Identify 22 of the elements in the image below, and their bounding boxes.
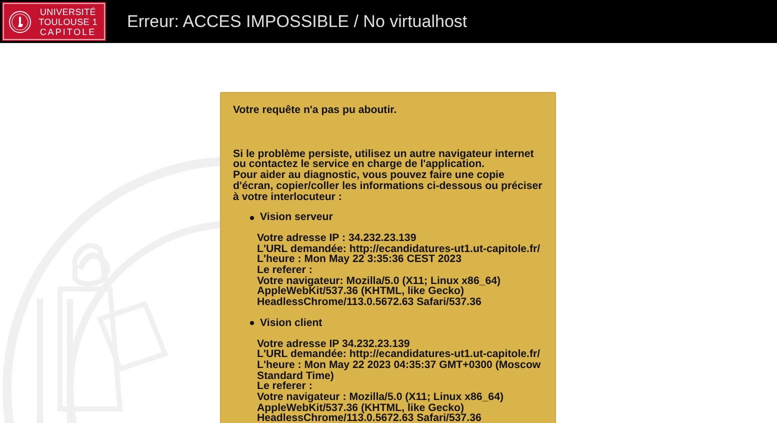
info-line: L'heure : Mon May 22 2023 04:35:37 GMT+0300 (Moscow Standard Time) — [257, 360, 542, 382]
help-text: Pour aider au diagnostic, vous pouvez faire une copie d'écran, copier/coller les informations ci-dessous ou préciser à votre interlocuteur : — [233, 170, 543, 202]
info-line: Le referer : — [257, 381, 312, 392]
logo-text: TOULOUSE 1 — [38, 16, 98, 26]
emblem-icon — [8, 10, 32, 34]
page-title: Erreur: ACCES IMPOSSIBLE / No virtualhost — [127, 12, 468, 32]
info-line: L'URL demandée: http://ecandidatures-ut1.ut-capitole.fr/ — [257, 349, 542, 360]
section-heading: Vision client — [260, 318, 322, 329]
info-line: L'URL demandée: http://ecandidatures-ut1.ut-capitole.fr/ — [257, 244, 542, 254]
info-line: Votre adresse IP : 34.232.23.139 — [257, 232, 418, 244]
info-line: Le referer : — [257, 265, 312, 276]
bullet-icon — [250, 321, 254, 326]
info-line: Votre navigateur : Mozilla/5.0 (X11; Linux x86_64) AppleWebKit/537.36 (KHTML, like Gecko) HeadlessChrome/113.0.5672.63 Safari/537.36 — [257, 392, 504, 423]
info-line: Votre navigateur: Mozilla/5.0 (X11; Linux x86_64) AppleWebKit/537.36 (KHTML, like Gecko) HeadlessChrome/113.0.5672.63 Safari/537.36 — [257, 276, 502, 308]
help-text: Si le problème persiste, utilisez un autre navigateur internet ou contactez le service en charge de l'application. — [233, 148, 535, 170]
info-line: L'heure : Mon May 22 3:35:36 CEST 2023 — [257, 254, 462, 266]
section-heading: Vision serveur — [260, 212, 333, 223]
logo-text: UNIVERSITÉ — [40, 6, 96, 16]
info-line: Votre adresse IP 34.232.23.139 — [257, 338, 410, 350]
logo-text: CAPITOLE — [40, 26, 96, 36]
bullet-icon — [250, 216, 254, 220]
error-message: Votre requête n'a pas pu aboutir. — [233, 105, 398, 116]
